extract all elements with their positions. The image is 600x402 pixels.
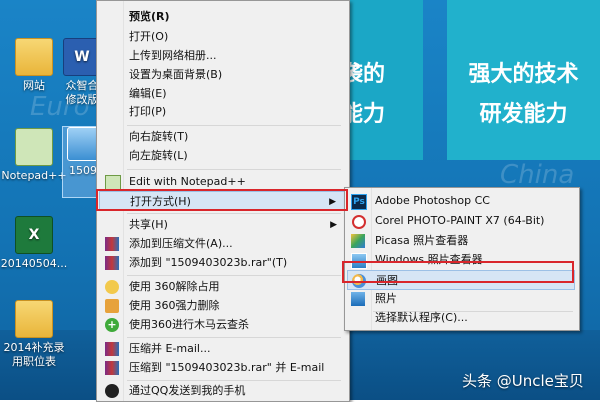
menu-item-label: 打印(P) (129, 105, 167, 118)
menu-item-add-to-archive[interactable]: 添加到压缩文件(A)... (99, 234, 345, 254)
menu-item-preview[interactable]: 预览(R) (99, 7, 345, 27)
desktop-icon-excel[interactable]: X 20140504... (0, 216, 68, 271)
menu-separator (127, 213, 341, 214)
menu-item-360-force-delete[interactable]: 使用 360强力删除 (99, 296, 345, 316)
menu-item-label: 设置为桌面背景(B) (129, 68, 223, 81)
photos-icon (351, 292, 365, 306)
wallpaper-tile-left-line1: 袭的 (341, 62, 386, 87)
menu-item-rotate-left[interactable]: 向左旋转(L) (99, 146, 345, 166)
photoshop-icon: Ps (351, 194, 367, 210)
menu-item-send-qq[interactable]: 通过QQ发送到我的手机 (99, 381, 345, 401)
menu-item-label: 添加到压缩文件(A)... (129, 237, 233, 250)
submenu-item-label: Adobe Photoshop CC (375, 194, 490, 207)
winrar-icon (105, 256, 119, 270)
submenu-item-photos[interactable]: 照片 (347, 289, 575, 309)
menu-item-360-scan[interactable]: + 使用360进行木马云查杀 (99, 315, 345, 335)
menu-item-label: 使用360进行木马云查杀 (129, 318, 249, 331)
submenu-item-choose-default[interactable]: 选择默认程序(C)... (347, 308, 575, 328)
menu-separator (127, 275, 341, 276)
menu-item-edit[interactable]: 编辑(E) (99, 84, 345, 104)
wallpaper-tile-right-line2: 研发能力 (479, 102, 568, 127)
menu-item-share[interactable]: 共享(H) ▶ (99, 215, 345, 235)
360-scan-icon: + (105, 318, 119, 332)
annotation-box-open-with (96, 189, 348, 211)
menu-item-label: 编辑(E) (129, 87, 167, 100)
wallpaper-watermark-china: China (500, 160, 575, 190)
desktop-icon-label: 2014补充录 用职位表 (3, 341, 65, 368)
menu-separator (127, 337, 341, 338)
qq-icon (105, 384, 119, 398)
menu-item-print[interactable]: 打印(P) (99, 102, 345, 122)
wallpaper-tile-right: 强大的技术 研发能力 (447, 0, 600, 160)
image-icon (67, 127, 99, 161)
excel-icon: X (15, 216, 53, 254)
menu-separator (127, 125, 341, 126)
menu-item-label: 上传到网络相册... (129, 49, 217, 62)
desktop-icon-label: 20140504... (0, 257, 68, 270)
menu-item-label: 预览(R) (129, 10, 170, 23)
submenu-item-corel[interactable]: Corel PHOTO-PAINT X7 (64-Bit) (347, 211, 575, 231)
desktop-icon-2014-folder[interactable]: 2014补充录 用职位表 (0, 300, 68, 369)
notepad-icon (15, 128, 53, 166)
menu-item-add-to-rar[interactable]: 添加到 "1509403023b.rar"(T) (99, 253, 345, 273)
menu-item-label: 压缩到 "1509403023b.rar" 并 E-mail (129, 361, 325, 374)
menu-item-label: 压缩并 E-mail... (129, 342, 211, 355)
menu-item-rotate-right[interactable]: 向右旋转(T) (99, 127, 345, 147)
menu-item-label: 打开(O) (129, 30, 169, 43)
winrar-icon (105, 361, 119, 375)
wallpaper-tile-right-line1: 强大的技术 (468, 62, 579, 87)
submenu-item-picasa[interactable]: Picasa 照片查看器 (347, 231, 575, 251)
corel-icon (352, 215, 366, 229)
menu-item-set-wallpaper[interactable]: 设置为桌面背景(B) (99, 65, 345, 85)
wallpaper-tile-left-line2: 能力 (341, 102, 386, 127)
menu-item-open[interactable]: 打开(O) (99, 27, 345, 47)
submenu-item-label: Corel PHOTO-PAINT X7 (64-Bit) (375, 214, 545, 227)
menu-item-360-unlock[interactable]: 使用 360解除占用 (99, 277, 345, 297)
submenu-item-label: 选择默认程序(C)... (375, 311, 468, 324)
menu-item-label: 向左旋转(L) (129, 149, 188, 162)
menu-item-label: 添加到 "1509403023b.rar"(T) (129, 256, 288, 269)
menu-item-label: 共享(H) (129, 218, 168, 231)
winrar-icon (105, 342, 119, 356)
submenu-item-photoshop[interactable]: Ps Adobe Photoshop CC (347, 191, 575, 211)
menu-item-compress-email[interactable]: 压缩并 E-mail... (99, 339, 345, 359)
menu-item-label: 通过QQ发送到我的手机 (129, 384, 246, 397)
submenu-item-label: 照片 (375, 292, 397, 305)
360-shred-icon (105, 299, 119, 313)
picasa-icon (351, 234, 365, 248)
winrar-icon (105, 237, 119, 251)
submenu-item-label: Picasa 照片查看器 (375, 234, 469, 247)
desktop-icon-label: Notepad++ (1, 169, 67, 182)
open-with-submenu: Ps Adobe Photoshop CC Corel PHOTO-PAINT … (344, 187, 580, 331)
menu-item-label: 向右旋转(T) (129, 130, 189, 143)
360-icon (105, 280, 119, 294)
desktop-icon-notepadpp[interactable]: Notepad++ (0, 128, 68, 183)
source-watermark: 头条 @Uncle宝贝 (462, 372, 584, 390)
submenu-arrow-icon: ▶ (330, 220, 337, 230)
menu-item-compress-rar-email[interactable]: 压缩到 "1509403023b.rar" 并 E-mail (99, 358, 345, 378)
menu-item-label: 使用 360解除占用 (129, 280, 220, 293)
folder-icon (15, 300, 53, 338)
menu-item-upload-album[interactable]: 上传到网络相册... (99, 46, 345, 66)
annotation-box-paint (342, 261, 574, 283)
menu-separator (127, 169, 341, 170)
menu-item-label: 使用 360强力删除 (129, 299, 220, 312)
